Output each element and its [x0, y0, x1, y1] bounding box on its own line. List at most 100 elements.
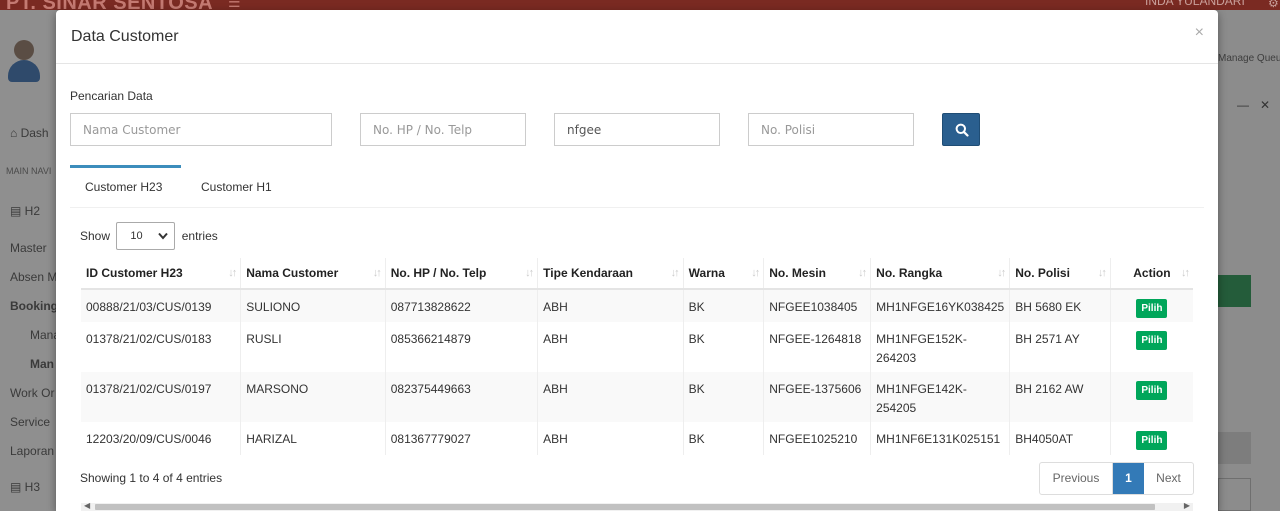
tab-customer-h23[interactable]: Customer H23 — [70, 165, 181, 208]
sidebar-item-laporan[interactable]: Laporan — [10, 444, 54, 458]
no-hp-input[interactable] — [360, 113, 526, 146]
pilih-button[interactable]: Pilih — [1136, 299, 1168, 318]
column-header[interactable]: No. Mesin ↓↑ — [763, 258, 872, 290]
pagination: Previous 1 Next — [1039, 462, 1194, 495]
table-cell: BH 2162 AW — [1009, 372, 1111, 422]
column-header[interactable]: No. HP / No. Telp ↓↑ — [385, 258, 539, 290]
scrollbar-thumb[interactable] — [95, 504, 1155, 510]
sort-icon: ↓↑ — [228, 267, 237, 279]
entries-label: entries — [181, 229, 218, 243]
sort-icon: ↓↑ — [858, 267, 867, 279]
table-cell: 081367779027 — [385, 422, 539, 455]
column-header[interactable]: Action ↓↑ — [1110, 258, 1193, 290]
sidebar-item-master[interactable]: Master — [10, 241, 47, 255]
no-rangka-input[interactable] — [554, 113, 720, 146]
table-cell: 12203/20/09/CUS/0046 — [81, 422, 242, 455]
table-cell: Pilih — [1110, 289, 1193, 322]
scroll-left-icon[interactable]: ◀ — [84, 501, 90, 510]
table-cell: BH 2571 AY — [1009, 322, 1111, 372]
pilih-button[interactable]: Pilih — [1136, 331, 1168, 350]
table-cell: MH1NFGE152K-264203 — [870, 322, 1011, 372]
table-cell: 087713828622 — [385, 289, 539, 322]
sidebar-section-main-nav: MAIN NAVI — [6, 166, 52, 176]
sidebar-item-h2[interactable]: ▤ H2 — [10, 204, 40, 218]
sort-icon: ↓↑ — [525, 267, 534, 279]
sort-icon: ↓↑ — [1097, 267, 1107, 279]
column-header[interactable]: Tipe Kendaraan ↓↑ — [537, 258, 684, 290]
show-label: Show — [80, 229, 111, 243]
sort-icon: ↓↑ — [1181, 267, 1190, 279]
table-cell: HARIZAL — [240, 422, 386, 455]
gear-icon[interactable]: ⚙ — [1268, 0, 1279, 10]
pilih-button[interactable]: Pilih — [1136, 431, 1168, 450]
background-button[interactable] — [1218, 275, 1251, 307]
table-cell: 01378/21/02/CUS/0183 — [81, 322, 242, 372]
page-1-button[interactable]: 1 — [1113, 463, 1144, 494]
chevron-down-icon — [158, 232, 169, 240]
entries-value: 10 — [130, 230, 143, 242]
table-cell: ABH — [537, 422, 684, 455]
table-cell: BH 5680 EK — [1009, 289, 1111, 322]
background-field — [1218, 478, 1251, 511]
table-cell: Pilih — [1110, 422, 1193, 455]
tab-customer-h1[interactable]: Customer H1 — [186, 165, 287, 208]
column-header[interactable]: No. Rangka ↓↑ — [870, 258, 1011, 290]
table-cell: NFGEE-1375606 — [763, 372, 872, 422]
table-cell: ABH — [537, 372, 684, 422]
user-name[interactable]: INDA YULANDARI — [1145, 0, 1245, 8]
no-polisi-input[interactable] — [748, 113, 914, 146]
search-icon — [955, 123, 969, 137]
table-cell: BK — [683, 422, 765, 455]
column-header[interactable]: ID Customer H23 ↓↑ — [81, 258, 242, 290]
sort-icon: ↓↑ — [372, 267, 382, 279]
sidebar-subitem-manage-2[interactable]: Man — [30, 357, 54, 371]
modal-header: Data Customer × — [56, 10, 1218, 64]
sidebar-item-absen[interactable]: Absen M — [10, 270, 57, 284]
table-header-row: ID Customer H23 ↓↑ Nama Customer ↓↑ No. HP… — [81, 258, 1193, 290]
table-cell: NFGEE1038405 — [763, 289, 872, 322]
previous-page-button[interactable]: Previous — [1040, 463, 1113, 494]
home-icon: ⌂ — [10, 126, 21, 140]
table-cell: NFGEE1025210 — [763, 422, 872, 455]
pilih-button[interactable]: Pilih — [1136, 381, 1168, 400]
database-icon: ▤ — [10, 480, 25, 494]
sidebar — [0, 10, 56, 511]
table-row: 01378/21/02/CUS/0183 RUSLI 085366214879 … — [81, 322, 1193, 372]
table-cell: 00888/21/03/CUS/0139 — [81, 289, 242, 322]
table-cell: 082375449663 — [385, 372, 539, 422]
table-cell: ABH — [537, 289, 684, 322]
sidebar-item-service[interactable]: Service — [10, 415, 50, 429]
next-page-button[interactable]: Next — [1144, 463, 1193, 494]
table-cell: SULIONO — [240, 289, 386, 322]
avatar — [6, 40, 42, 82]
horizontal-scrollbar[interactable]: ◀ ▶ — [81, 501, 1193, 511]
column-header[interactable]: Nama Customer ↓↑ — [240, 258, 386, 290]
table-cell: RUSLI — [240, 322, 386, 372]
customer-table: ID Customer H23 ↓↑ Nama Customer ↓↑ No. HP… — [81, 258, 1193, 455]
search-label: Pencarian Data — [70, 89, 153, 103]
breadcrumb: Manage Queue — [1218, 53, 1280, 64]
nama-customer-input[interactable] — [70, 113, 332, 146]
table-cell: BK — [683, 322, 765, 372]
sort-icon: ↓↑ — [751, 267, 760, 279]
table-cell: MH1NFGE142K-254205 — [870, 372, 1011, 422]
close-icon[interactable]: × — [1195, 24, 1204, 42]
column-header[interactable]: No. Polisi ↓↑ — [1009, 258, 1111, 290]
sort-icon: ↓↑ — [997, 267, 1006, 279]
table-cell: MARSONO — [240, 372, 386, 422]
table-row: 01378/21/02/CUS/0197 MARSONO 08237544966… — [81, 372, 1193, 422]
table-cell: BH4050AT — [1009, 422, 1111, 455]
sidebar-item-dashboard[interactable]: ⌂ Dash — [10, 126, 49, 140]
close-icon[interactable]: ✕ — [1260, 98, 1270, 112]
sidebar-item-work-order[interactable]: Work Or — [10, 386, 54, 400]
table-info: Showing 1 to 4 of 4 entries — [80, 471, 223, 485]
table-cell: MH1NF6E131K025151 — [870, 422, 1011, 455]
sidebar-item-booking[interactable]: Booking — [10, 299, 58, 313]
scroll-right-icon[interactable]: ▶ — [1184, 501, 1190, 510]
column-header[interactable]: Warna ↓↑ — [683, 258, 765, 290]
entries-select[interactable]: 10 — [116, 222, 176, 250]
sort-icon: ↓↑ — [670, 267, 680, 279]
collapse-icon[interactable]: — — [1237, 98, 1249, 112]
search-button[interactable] — [942, 113, 980, 146]
sidebar-item-h3[interactable]: ▤ H3 — [10, 480, 40, 494]
